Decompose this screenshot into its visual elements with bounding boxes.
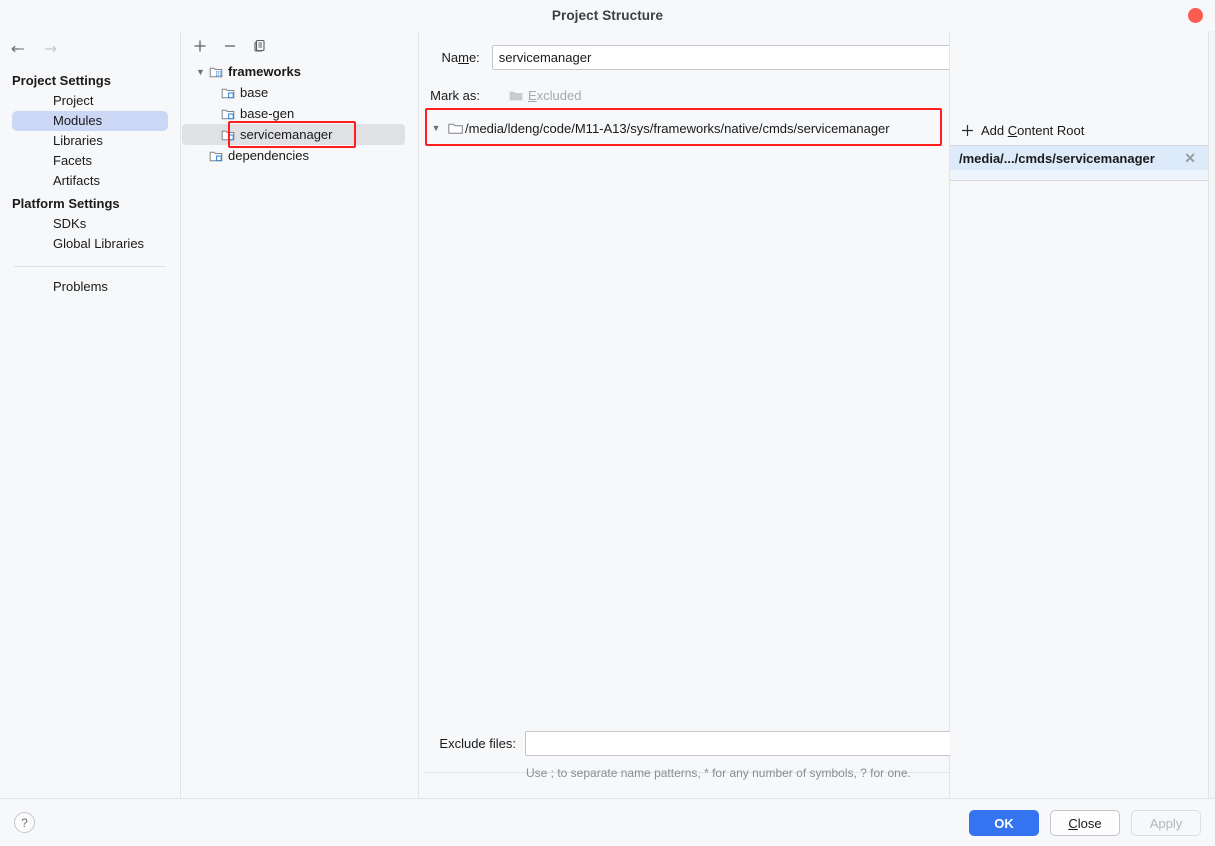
module-icon xyxy=(207,149,224,163)
project-structure-dialog: Project Structure Project Settings Proje… xyxy=(0,0,1215,846)
tree-node-dependencies[interactable]: dependencies xyxy=(182,145,418,166)
module-group-icon xyxy=(207,65,224,79)
remove-module-button[interactable] xyxy=(221,37,239,55)
content-root-list-strip xyxy=(950,170,1215,180)
page-title: Project Structure xyxy=(551,8,664,23)
module-icon xyxy=(219,107,236,121)
content-root-list-item[interactable]: /media/.../cmds/servicemanager ✕ xyxy=(950,146,1215,170)
folder-icon xyxy=(445,122,465,135)
modules-tree: ▼ frameworks base base-gen servicemanage… xyxy=(182,61,418,166)
arrow-left-icon[interactable] xyxy=(10,43,28,55)
modules-toolbar xyxy=(182,31,418,56)
sidebar-item-modules[interactable]: Modules xyxy=(12,111,168,131)
sidebar-divider xyxy=(14,266,166,267)
module-icon xyxy=(219,86,236,100)
tree-node-servicemanager[interactable]: servicemanager xyxy=(182,124,405,145)
modules-tree-panel: ▼ frameworks base base-gen servicemanage… xyxy=(182,31,419,798)
sidebar-item-project[interactable]: Project xyxy=(12,91,168,111)
mark-as-excluded-button[interactable]: Excluded xyxy=(509,88,581,103)
copy-module-button[interactable] xyxy=(251,37,269,55)
exclude-files-hint: Use ; to separate name patterns, * for a… xyxy=(526,766,911,780)
dialog-footer: ? OK Close Apply xyxy=(0,798,1215,846)
sidebar-item-sdks[interactable]: SDKs xyxy=(12,214,168,234)
excluded-folder-icon xyxy=(509,90,523,102)
chevron-down-icon[interactable]: ▼ xyxy=(427,123,445,133)
mark-as-row: Mark as: Excluded xyxy=(424,88,581,103)
tree-node-label: servicemanager xyxy=(240,127,333,142)
content-root-tree-area xyxy=(425,111,949,773)
sidebar-item-problems[interactable]: Problems xyxy=(12,277,168,297)
sidebar-heading-platform-settings: Platform Settings xyxy=(12,196,120,211)
add-content-root-label: Add Content Root xyxy=(981,122,1085,138)
excluded-label: Excluded xyxy=(528,88,582,103)
title-bar: Project Structure xyxy=(0,0,1215,31)
add-content-root-button[interactable]: Add Content Root xyxy=(950,115,1215,145)
sidebar-item-facets[interactable]: Facets xyxy=(12,151,168,171)
settings-sidebar: Project Settings Project Modules Librari… xyxy=(0,31,181,798)
name-label: Name: xyxy=(441,50,480,65)
apply-button: Apply xyxy=(1131,810,1201,836)
add-module-button[interactable] xyxy=(191,37,209,55)
exclude-files-label: Exclude files: xyxy=(439,736,516,751)
sidebar-item-libraries[interactable]: Libraries xyxy=(12,131,168,151)
exclude-files-input[interactable] xyxy=(525,731,953,756)
exclude-files-row: Exclude files: xyxy=(424,731,953,756)
tree-node-base[interactable]: base xyxy=(182,82,418,103)
plus-icon xyxy=(961,124,974,137)
content-root-item-label: /media/.../cmds/servicemanager xyxy=(959,150,1155,166)
tree-node-frameworks[interactable]: ▼ frameworks xyxy=(182,61,418,82)
module-icon xyxy=(219,128,236,142)
tree-node-label: dependencies xyxy=(228,148,309,163)
sidebar-heading-project-settings: Project Settings xyxy=(12,73,111,88)
close-button[interactable]: Close xyxy=(1050,810,1120,836)
exclude-files-section: Exclude files: Use ; to separate name pa… xyxy=(420,731,953,782)
chevron-down-icon[interactable]: ▼ xyxy=(194,67,207,77)
content-root-path-label: /media/ldeng/code/M11-A13/sys/frameworks… xyxy=(465,120,890,136)
ok-button[interactable]: OK xyxy=(969,810,1039,836)
arrow-right-icon xyxy=(42,43,60,55)
help-button[interactable]: ? xyxy=(14,812,35,833)
footer-buttons: OK Close Apply xyxy=(969,810,1201,836)
tree-node-base-gen[interactable]: base-gen xyxy=(182,103,418,124)
content-roots-scrollbar[interactable] xyxy=(1208,31,1215,798)
sidebar-item-artifacts[interactable]: Artifacts xyxy=(12,171,168,191)
module-detail-panel: Name: servicemanager Mark as: Excluded ▼ xyxy=(420,31,1215,798)
mark-as-label: Mark as: xyxy=(430,88,480,103)
close-dot-icon[interactable] xyxy=(1188,8,1203,23)
tree-node-label: frameworks xyxy=(228,64,301,79)
sidebar-item-global-libraries[interactable]: Global Libraries xyxy=(12,234,168,254)
navigation-arrows xyxy=(0,36,180,62)
content-root-path-row[interactable]: ▼ /media/ldeng/code/M11-A13/sys/framewor… xyxy=(427,113,946,143)
tree-node-label: base xyxy=(240,85,269,100)
content-root-list-bottom-divider xyxy=(950,180,1215,181)
close-x-icon[interactable]: ✕ xyxy=(1184,150,1196,167)
content-roots-panel: Add Content Root /media/.../cmds/service… xyxy=(950,31,1215,798)
tree-node-label: base-gen xyxy=(240,106,295,121)
